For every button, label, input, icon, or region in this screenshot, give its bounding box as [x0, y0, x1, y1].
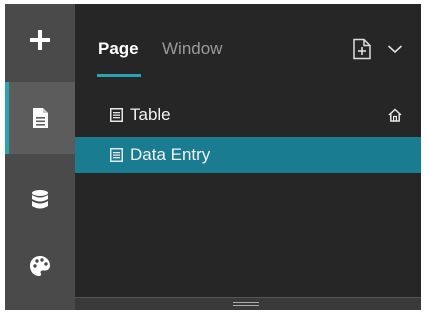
page-label: Table [130, 105, 171, 124]
panel-tabs: Page Window [75, 4, 421, 86]
data-button[interactable] [5, 164, 75, 236]
active-tab-indicator [97, 74, 141, 77]
document-icon [33, 108, 48, 128]
page-icon [110, 108, 123, 122]
add-button[interactable] [5, 4, 75, 76]
left-rail [5, 4, 75, 310]
more-options-button[interactable] [385, 39, 405, 59]
chevron-down-icon [387, 45, 403, 54]
page-list-item-data-entry[interactable]: Data Entry [75, 137, 421, 173]
add-page-button[interactable] [350, 37, 374, 61]
add-page-icon [353, 38, 371, 60]
palette-icon [30, 256, 50, 276]
page-label: Data Entry [130, 145, 211, 164]
database-icon [32, 190, 48, 209]
page-icon [110, 148, 123, 162]
pages-panel-frame: Page Window Table Data Entry [5, 4, 421, 310]
plus-icon [30, 30, 50, 50]
pages-button[interactable] [5, 82, 75, 154]
drag-handle-icon[interactable] [233, 302, 259, 307]
tab-page[interactable]: Page [98, 39, 139, 59]
tab-window[interactable]: Window [162, 39, 222, 59]
theme-button[interactable] [5, 230, 75, 302]
resize-handle-bar[interactable] [75, 297, 421, 310]
home-icon [388, 108, 402, 122]
page-list-item-table[interactable]: Table [75, 97, 421, 133]
pages-panel: Page Window Table Data Entry [75, 4, 421, 310]
